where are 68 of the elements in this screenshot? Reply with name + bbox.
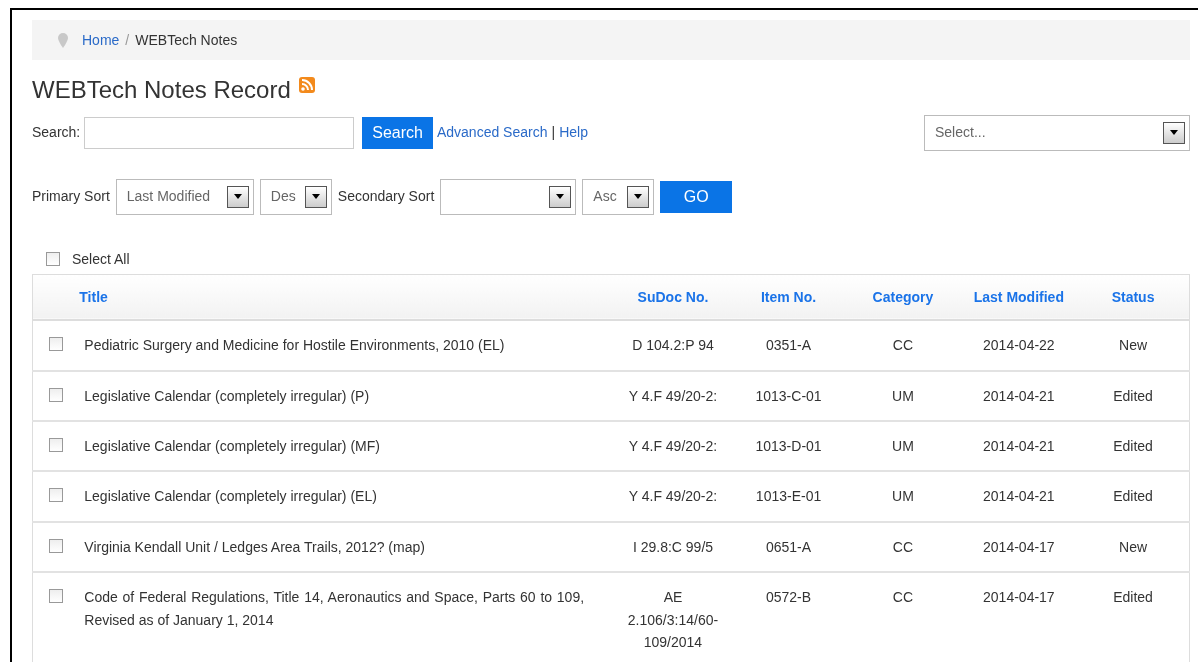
search-field[interactable] [84, 116, 355, 149]
column-header[interactable]: Item No. [760, 288, 817, 305]
sort-label: Secondary Sort [337, 187, 435, 207]
breadcrumb-current: WEBTech Notes [135, 30, 238, 50]
breadcrumb-separator: / [125, 30, 130, 50]
sort-dropdown[interactable]: Asc [582, 178, 655, 215]
column-header[interactable]: Category [872, 288, 934, 305]
table-cell: AE 2.106/3:14/60-109/2014 [627, 589, 719, 651]
link-separator: | [551, 123, 556, 143]
table-cell: UM [892, 438, 914, 455]
table-cell: 2014-04-17 [983, 538, 1055, 555]
sort-dropdown[interactable] [440, 178, 577, 215]
table-cell: Edited [1113, 589, 1153, 606]
table-cell: D 104.2:P 94 [632, 337, 714, 354]
table-cell: UM [892, 488, 914, 505]
row-checkbox[interactable] [48, 589, 63, 604]
table-cell: Edited [1113, 387, 1153, 404]
go-button[interactable]: GO [660, 180, 733, 213]
table-cell: 2014-04-22 [983, 337, 1055, 354]
table-cell: Y 4.F 49/20-2: [628, 488, 718, 505]
table-cell: 0651-A [765, 538, 812, 555]
table-cell: New [1119, 337, 1148, 354]
table-cell: 1013-C-01 [755, 387, 822, 404]
title-cell: Legislative Calendar (completely irregular) (P) [84, 387, 370, 404]
table-cell: UM [892, 387, 914, 404]
sort-dropdown[interactable]: Last Modified [115, 178, 254, 215]
table-cell: CC [892, 589, 914, 606]
column-header[interactable]: Status [1111, 288, 1155, 305]
rss-icon[interactable] [298, 77, 315, 94]
sort-label: Primary Sort [32, 187, 110, 207]
search-label: Search: [32, 123, 81, 143]
filter-dropdown[interactable]: Select... [924, 114, 1190, 151]
table-cell: Edited [1113, 438, 1153, 455]
table-cell: 2014-04-21 [983, 438, 1055, 455]
row-checkbox[interactable] [48, 488, 63, 503]
select-all-label: Select All [72, 249, 130, 269]
page-title: WEBTech Notes Record [32, 76, 291, 105]
table-cell: 1013-E-01 [755, 488, 822, 505]
table-cell: CC [892, 337, 914, 354]
title-cell: Pediatric Surgery and Medicine for Hostile Environments, 2010 (EL) [84, 337, 505, 354]
search-link[interactable]: Advanced Search [436, 122, 548, 144]
row-checkbox[interactable] [48, 438, 63, 453]
breadcrumb-link[interactable]: Home [82, 29, 120, 51]
title-cell: Legislative Calendar (completely irregular) (EL) [84, 488, 377, 505]
title-cell: Code of Federal Regulations, Title 14, Aeronautics and Space, Parts 60 to 109, Revised as of January 1, 2014 [84, 589, 585, 629]
row-checkbox[interactable] [48, 538, 63, 553]
table-cell: 0351-A [765, 337, 812, 354]
select-all-checkbox[interactable] [46, 252, 60, 267]
table-cell: Y 4.F 49/20-2: [628, 438, 718, 455]
table-cell: 1013-D-01 [755, 438, 822, 455]
title-cell: Virginia Kendall Unit / Ledges Area Trails, 2012? (map) [84, 538, 425, 555]
map-pin-icon [58, 32, 68, 48]
table-cell: New [1119, 538, 1148, 555]
row-checkbox[interactable] [48, 337, 63, 352]
table-cell: 2014-04-17 [983, 589, 1055, 606]
column-header[interactable]: Title [79, 288, 108, 305]
search-button[interactable]: Search [362, 116, 433, 149]
table-cell: 2014-04-21 [983, 488, 1055, 505]
table-cell: I 29.8:C 99/5 [632, 538, 714, 555]
title-cell: Legislative Calendar (completely irregular) (MF) [84, 438, 380, 455]
search-link[interactable]: Help [559, 122, 588, 144]
row-checkbox[interactable] [48, 387, 63, 402]
table-cell: Edited [1113, 488, 1153, 505]
sort-dropdown[interactable]: Des [259, 178, 332, 215]
table-cell: 0572-B [765, 589, 812, 606]
table-cell: Y 4.F 49/20-2: [628, 387, 718, 404]
table-cell: 2014-04-21 [983, 387, 1055, 404]
table-cell: CC [892, 538, 914, 555]
